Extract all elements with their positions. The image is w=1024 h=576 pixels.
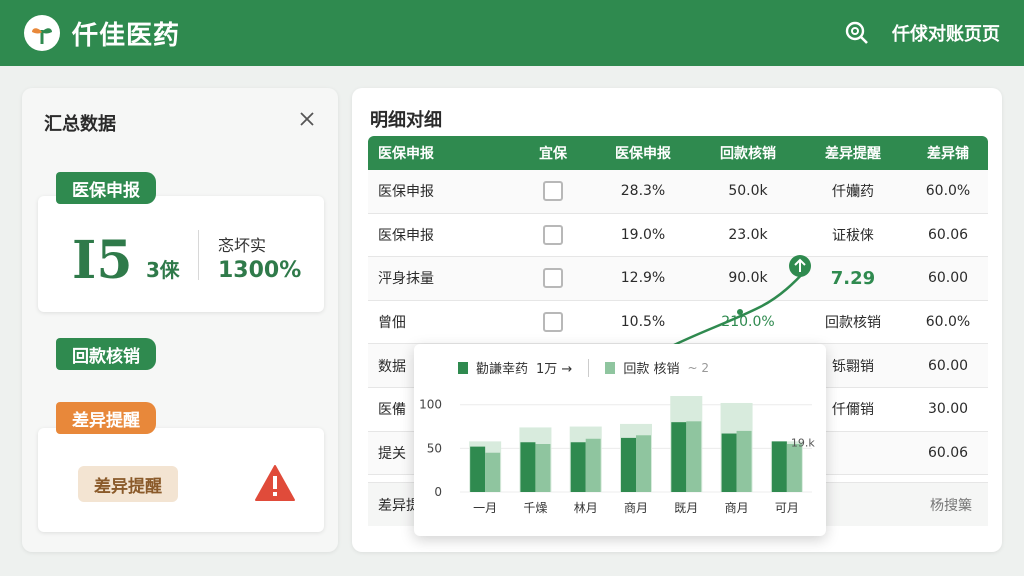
top-bar: 仟佳医药 仟俅对账页页 bbox=[0, 0, 1024, 66]
cell: 仟孏药 bbox=[832, 184, 874, 201]
bar-series2 bbox=[585, 438, 601, 492]
tag-medical-insurance[interactable]: 医保申报 bbox=[56, 172, 156, 204]
bar-series1 bbox=[721, 433, 737, 492]
difference-badge[interactable]: 差异提醒 bbox=[78, 466, 178, 502]
cell: 60.0% bbox=[925, 183, 971, 200]
cell: 30.00 bbox=[927, 401, 969, 418]
table-row[interactable]: 医保申报 19.0% 23.0k 证秡俫 60.06 bbox=[368, 214, 988, 258]
x-tick-label: 既月 bbox=[674, 501, 698, 515]
bar-series1 bbox=[520, 442, 536, 492]
cell: 60.00 bbox=[927, 270, 969, 287]
bar-series2 bbox=[786, 444, 802, 492]
col-header[interactable]: 宜保 bbox=[518, 143, 588, 163]
bar-chart: 0 50 100 一月 千燥 林月 商月 既月 商月 可月 19.k bbox=[419, 396, 815, 515]
summary-title: 汇总数据 bbox=[44, 114, 116, 135]
cell: 60.06 bbox=[927, 444, 969, 461]
bar-series2 bbox=[485, 452, 501, 492]
y-tick-label: 100 bbox=[419, 398, 442, 412]
summary-number: I5 bbox=[72, 230, 133, 291]
row-checkbox[interactable] bbox=[543, 181, 563, 202]
detail-title: 明细对细 bbox=[370, 110, 442, 131]
arrow-up-icon[interactable] bbox=[789, 255, 811, 277]
cell: 50.0k bbox=[728, 183, 768, 200]
bar-series1 bbox=[470, 446, 486, 492]
difference-alert-card: 差异提醒 bbox=[38, 428, 324, 532]
x-tick-label: 林月 bbox=[574, 501, 598, 515]
y-tick-label: 0 bbox=[434, 485, 442, 499]
bar-series1 bbox=[621, 437, 636, 492]
bar-series2 bbox=[636, 435, 651, 492]
divider bbox=[198, 230, 199, 280]
row-checkbox[interactable] bbox=[543, 312, 563, 333]
x-tick-label: 商月 bbox=[725, 500, 749, 515]
stat-value: 1300% bbox=[218, 258, 302, 283]
y-tick-label: 50 bbox=[427, 441, 442, 455]
search-icon[interactable] bbox=[844, 20, 870, 46]
data-label: 19.k bbox=[791, 437, 815, 450]
x-tick-label: 千燥 bbox=[523, 501, 547, 515]
cell: 医保申报 bbox=[378, 184, 434, 201]
tag-difference-alert[interactable]: 差异提醒 bbox=[56, 402, 156, 434]
x-tick-label: 可月 bbox=[775, 501, 799, 515]
col-header[interactable]: 差异提醒 bbox=[798, 143, 908, 163]
warning-icon bbox=[254, 464, 296, 506]
row-checkbox[interactable] bbox=[543, 268, 563, 289]
row-checkbox[interactable] bbox=[543, 224, 563, 245]
bar-series1 bbox=[771, 441, 787, 492]
cell: 28.3% bbox=[620, 183, 666, 200]
cell: 23.0k bbox=[728, 226, 768, 243]
brand-logo-icon bbox=[24, 15, 60, 51]
table-header: 医保申报 宜保 医保申报 回款核销 差异提醒 差异铺 bbox=[368, 136, 988, 170]
cell: 曾佃 bbox=[378, 315, 406, 332]
tag-payment-writeoff[interactable]: 回款核销 bbox=[56, 338, 156, 370]
x-tick-label: 商月 bbox=[624, 500, 648, 515]
col-header[interactable]: 差异铺 bbox=[908, 143, 988, 163]
cell: 19.0% bbox=[620, 226, 666, 243]
footer-link[interactable]: 杨搜篥 bbox=[930, 495, 988, 515]
table-row[interactable]: 医保申报 28.3% 50.0k 仟孏药 60.0% bbox=[368, 170, 988, 214]
cell: 证秡俫 bbox=[832, 227, 874, 244]
cell: 60.0% bbox=[925, 314, 971, 331]
bar-series2 bbox=[736, 430, 752, 492]
cell: 泙身抹量 bbox=[378, 271, 434, 288]
page-link[interactable]: 仟俅对账页页 bbox=[892, 20, 1000, 46]
summary-unit: 3俫 bbox=[146, 258, 180, 282]
cell: 60.00 bbox=[927, 357, 969, 374]
bar-series1 bbox=[570, 442, 586, 492]
x-tick-label: 一月 bbox=[473, 501, 497, 515]
medical-insurance-card: I5 3俫 忞坏实 1300% bbox=[38, 196, 324, 312]
trend-line bbox=[669, 255, 811, 349]
stat-label: 忞坏实 bbox=[218, 236, 267, 255]
summary-panel: 汇总数据 I5 3俫 忞坏实 1300% 医保申报 回款核销 差异提醒 差异提醒 bbox=[22, 88, 338, 552]
col-header[interactable]: 医保申报 bbox=[368, 143, 518, 163]
close-icon[interactable] bbox=[294, 106, 320, 132]
col-header[interactable]: 回款核销 bbox=[698, 143, 798, 163]
cell: 60.06 bbox=[927, 226, 969, 243]
bar-chart-card: 勸謙幸药 1万 → 回款 核销 ~ 2 0 50 100 一月 千燥 林月 商月 既月 商月 可月… bbox=[414, 344, 826, 536]
footer-label: 差异提 bbox=[378, 497, 420, 514]
col-header[interactable]: 医保申报 bbox=[588, 143, 698, 163]
bar-series2 bbox=[686, 421, 702, 492]
brand-name: 仟佳医药 bbox=[72, 20, 181, 51]
bar-series2 bbox=[535, 444, 551, 492]
cell: 医保申报 bbox=[378, 227, 434, 244]
bar-series1 bbox=[671, 422, 687, 492]
